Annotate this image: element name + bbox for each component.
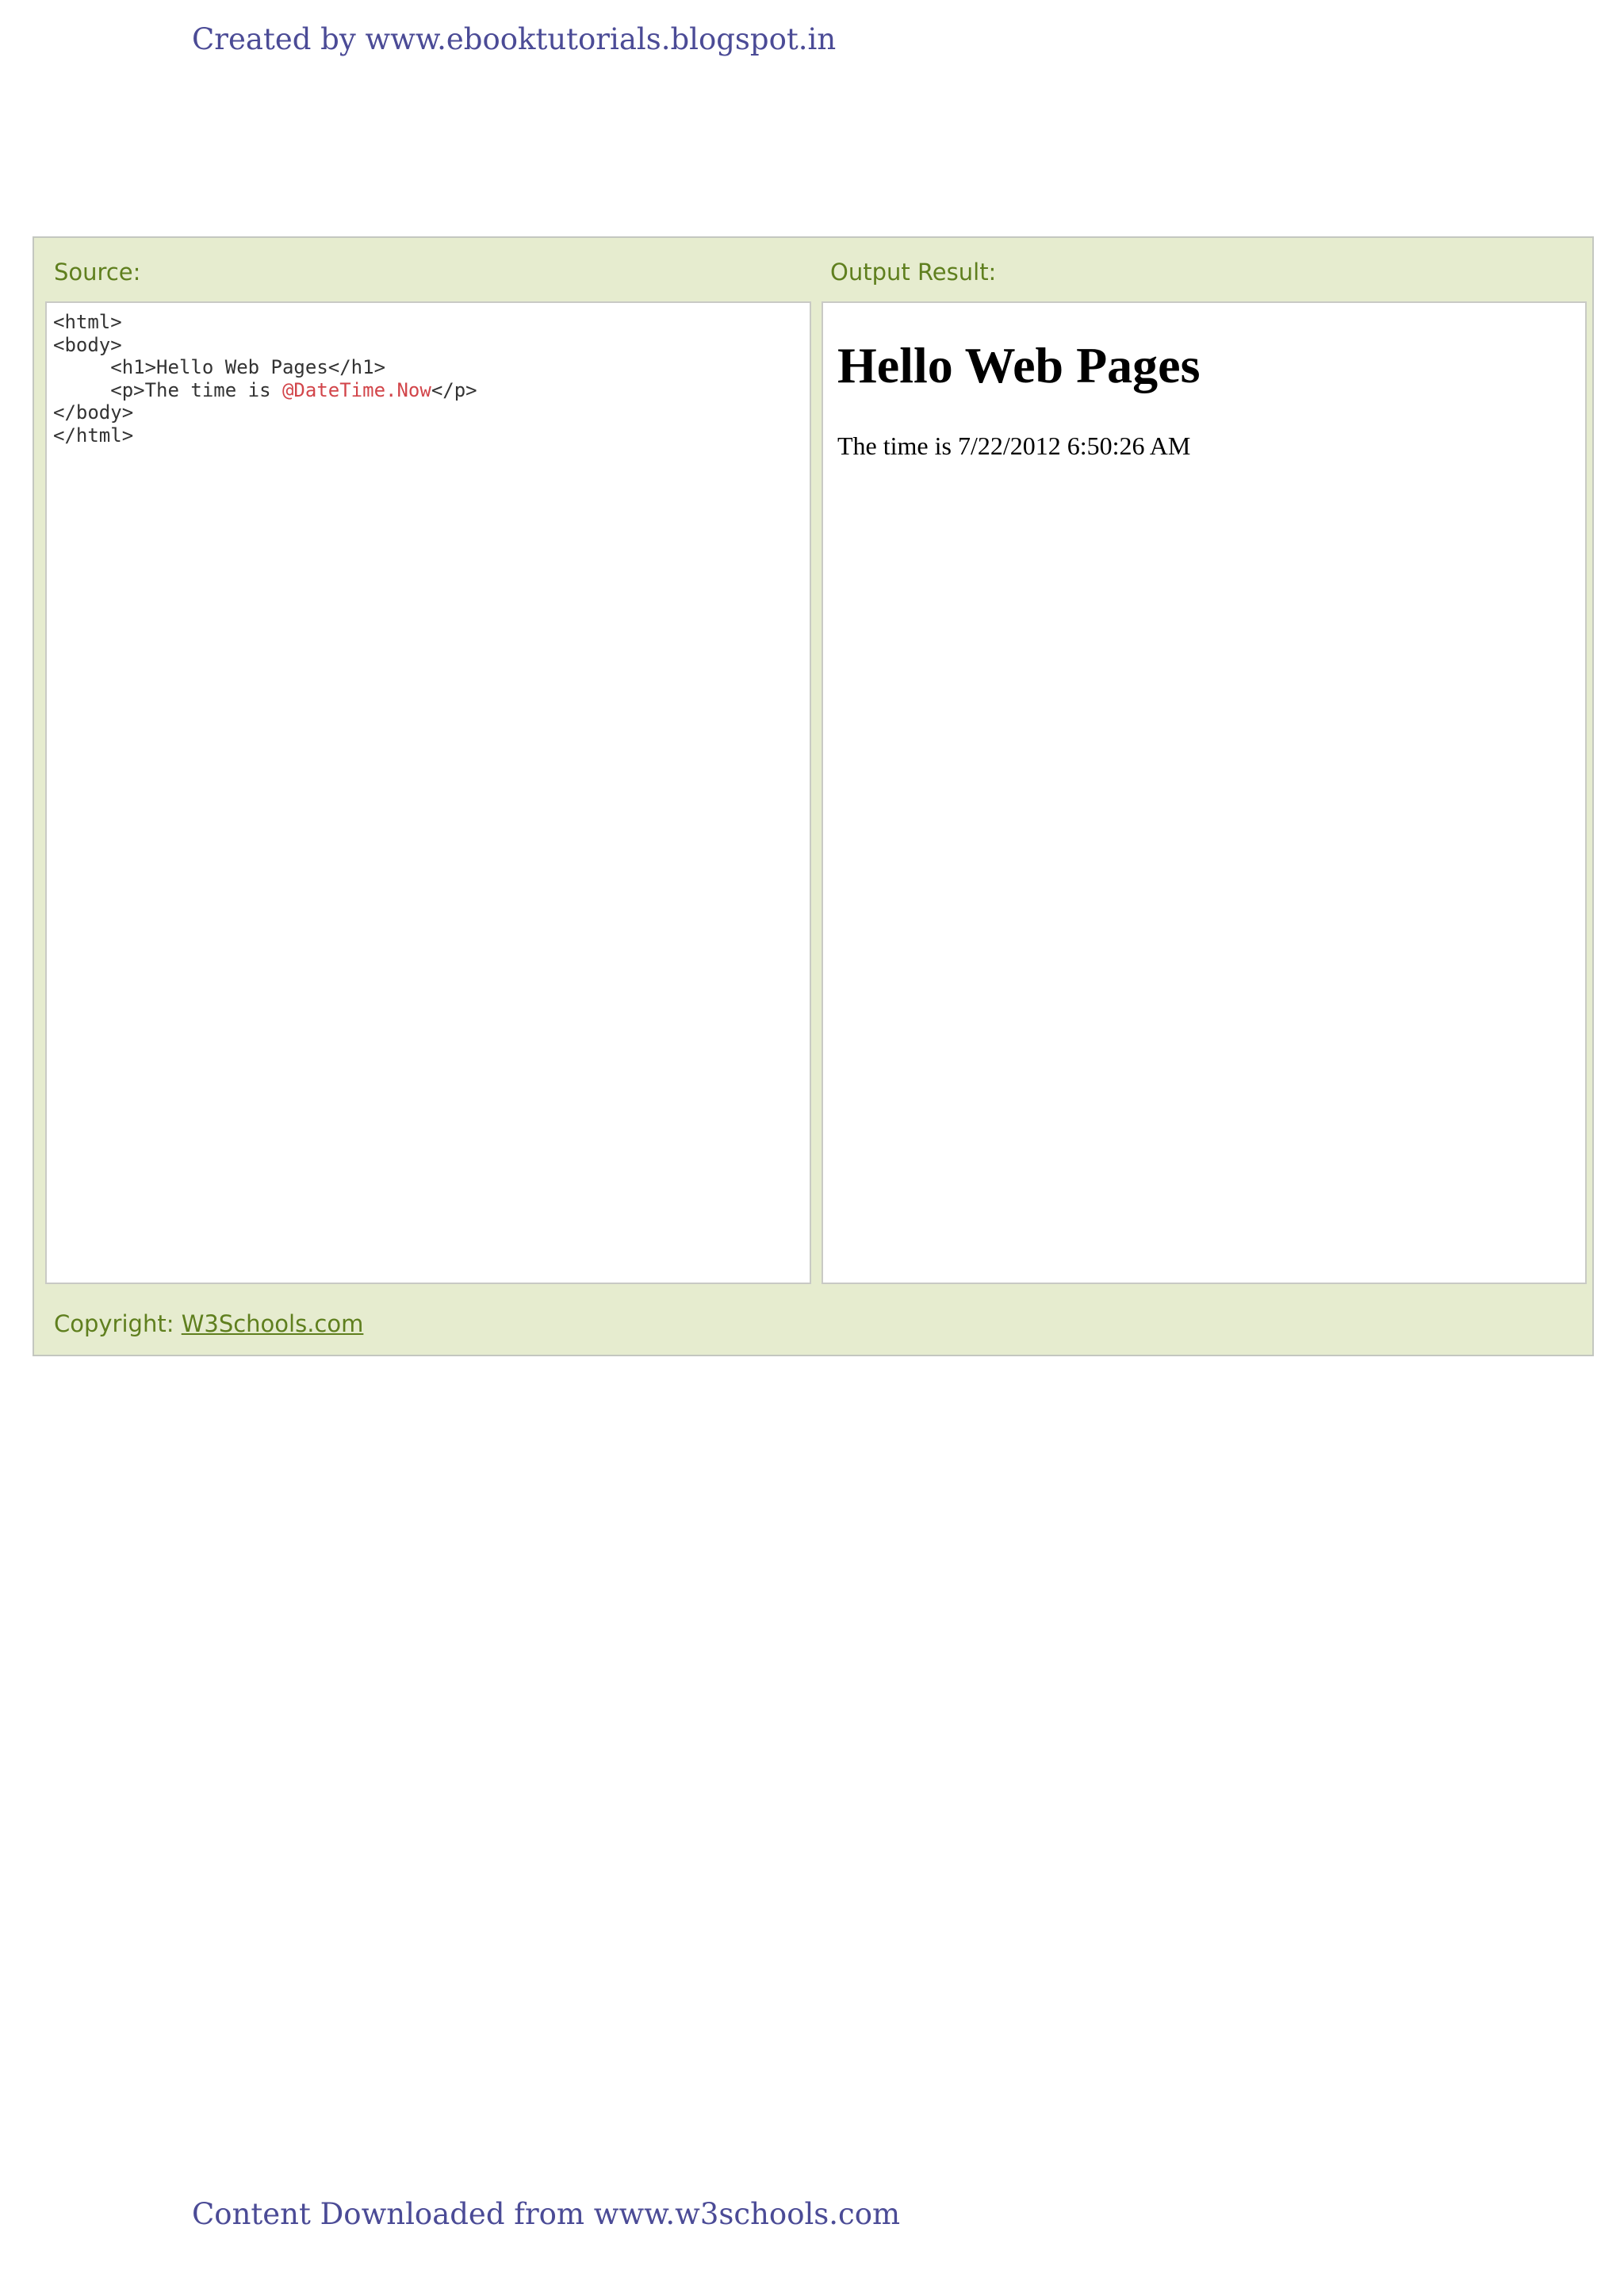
output-panel: Hello Web Pages The time is 7/22/2012 6:… <box>822 301 1587 1284</box>
copyright-prefix: Copyright: <box>54 1310 182 1337</box>
output-heading: Hello Web Pages <box>837 337 1201 393</box>
example-box: Source: Output Result: <html> <body> <h1>… <box>33 236 1594 1356</box>
code-line: <html> <box>53 311 122 333</box>
w3schools-link[interactable]: W3Schools.com <box>182 1310 364 1337</box>
code-line: </html> <box>53 424 134 447</box>
source-code: <html> <body> <h1>Hello Web Pages</h1> <p… <box>47 303 810 447</box>
source-panel[interactable]: <html> <body> <h1>Hello Web Pages</h1> <p… <box>45 301 811 1284</box>
footer-credit: Content Downloaded from www.w3schools.co… <box>192 2197 901 2231</box>
output-label: Output Result: <box>830 259 997 286</box>
razor-expression: @DateTime.Now <box>282 378 431 401</box>
source-label: Source: <box>54 259 141 286</box>
code-line: <h1>Hello Web Pages</h1> <box>53 356 386 378</box>
code-line: <body> <box>53 333 122 356</box>
header-credit: Created by www.ebooktutorials.blogspot.i… <box>192 22 837 56</box>
code-line: <p>The time is @DateTime.Now</p> <box>53 378 477 401</box>
code-line: </body> <box>53 401 134 424</box>
copyright: Copyright: W3Schools.com <box>54 1310 363 1337</box>
output-paragraph: The time is 7/22/2012 6:50:26 AM <box>837 431 1191 460</box>
